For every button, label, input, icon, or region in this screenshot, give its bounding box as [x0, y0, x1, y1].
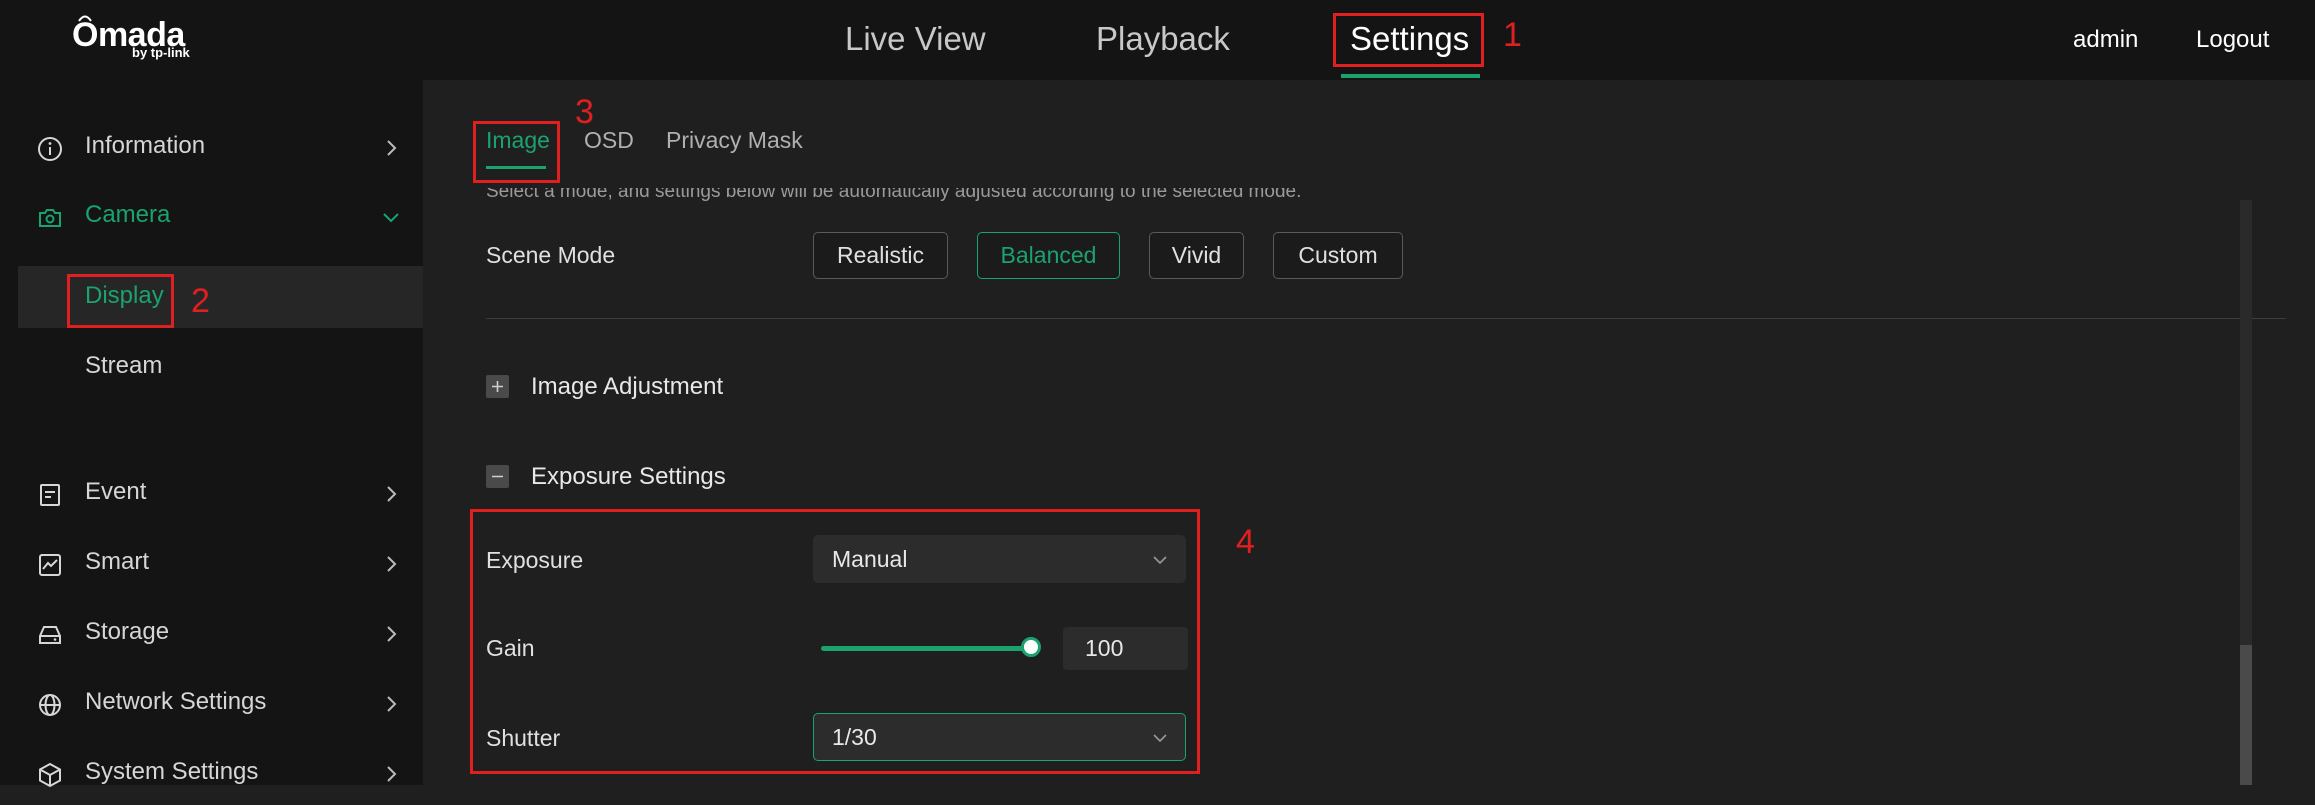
sidebar: Information Camera Display Stream Event — [0, 80, 423, 788]
scene-mode-label: Scene Mode — [486, 242, 616, 268]
tab-playback[interactable]: Playback — [1096, 20, 1230, 58]
sidebar-item-event[interactable]: Event — [0, 465, 423, 525]
logout-link[interactable]: Logout — [2196, 26, 2269, 54]
annotation-box-3 — [473, 121, 560, 183]
collapse-minus-icon[interactable] — [486, 465, 509, 488]
expand-plus-icon[interactable] — [486, 375, 509, 398]
globe-icon — [39, 694, 61, 716]
annotation-box-1 — [1333, 13, 1484, 67]
exposure-settings-title: Exposure Settings — [531, 463, 726, 490]
annotation-number-2: 2 — [191, 282, 210, 320]
chevron-right-icon — [387, 140, 397, 156]
section-divider — [486, 318, 2286, 319]
sidebar-item-label: Network Settings — [85, 688, 267, 715]
sidebar-item-label: System Settings — [85, 758, 259, 785]
content-scrollbar[interactable] — [2240, 200, 2252, 785]
active-tab-indicator — [1341, 74, 1480, 78]
camera-icon — [39, 209, 61, 227]
subtab-privacy-mask[interactable]: Privacy Mask — [666, 127, 803, 154]
sidebar-item-system-settings[interactable]: System Settings — [0, 745, 423, 805]
event-icon — [40, 484, 60, 506]
scene-mode-description: Select a mode, and settings below will b… — [486, 188, 1302, 202]
annotation-number-3: 3 — [575, 93, 594, 131]
sidebar-item-storage[interactable]: Storage — [0, 605, 423, 665]
chevron-right-icon — [387, 556, 397, 572]
chevron-down-icon — [383, 213, 399, 223]
sidebar-item-stream[interactable]: Stream — [18, 336, 423, 398]
storage-icon — [39, 626, 61, 644]
sidebar-item-label: Event — [85, 478, 147, 505]
scrollbar-thumb[interactable] — [2240, 645, 2252, 785]
scene-mode-realistic-button[interactable]: Realistic — [813, 232, 948, 279]
omada-logo[interactable]: Omada by tp-link — [72, 15, 202, 66]
chevron-right-icon — [387, 766, 397, 782]
sidebar-item-smart[interactable]: Smart — [0, 535, 423, 595]
sidebar-item-label: Smart — [85, 548, 150, 575]
annotation-number-1: 1 — [1503, 16, 1522, 54]
sidebar-item-network-settings[interactable]: Network Settings — [0, 675, 423, 735]
tab-live-view[interactable]: Live View — [845, 20, 986, 58]
sidebar-item-label: Stream — [85, 352, 163, 379]
image-adjustment-title: Image Adjustment — [531, 373, 724, 400]
logo-subtext: by tp-link — [132, 45, 190, 60]
annotation-number-4: 4 — [1236, 523, 1255, 561]
top-navigation-bar: Omada by tp-link Live View Playback Sett… — [0, 0, 2315, 80]
chevron-right-icon — [387, 696, 397, 712]
smart-icon — [39, 554, 61, 576]
scene-mode-vivid-button[interactable]: Vivid — [1149, 232, 1244, 279]
info-icon — [38, 137, 62, 161]
sidebar-item-label: Information — [85, 132, 206, 159]
user-menu[interactable]: admin — [2073, 26, 2138, 54]
chevron-right-icon — [387, 486, 397, 502]
chevron-right-icon — [387, 626, 397, 642]
sidebar-item-label: Camera — [85, 201, 171, 228]
annotation-box-4 — [470, 509, 1200, 774]
scene-mode-custom-button[interactable]: Custom — [1273, 232, 1403, 279]
annotation-box-2 — [67, 274, 174, 328]
sidebar-item-information[interactable]: Information — [0, 119, 423, 179]
sidebar-item-label: Storage — [85, 618, 170, 645]
sidebar-item-camera[interactable]: Camera — [0, 188, 423, 248]
scene-mode-balanced-button[interactable]: Balanced — [977, 232, 1120, 279]
